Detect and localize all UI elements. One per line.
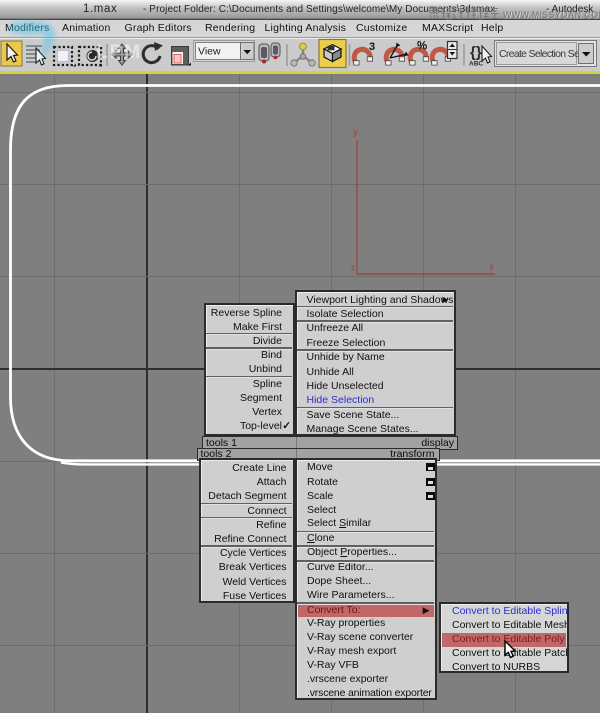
svg-text:z: z bbox=[351, 263, 355, 272]
svg-text:y: y bbox=[353, 127, 358, 138]
svg-text:x: x bbox=[489, 262, 494, 273]
